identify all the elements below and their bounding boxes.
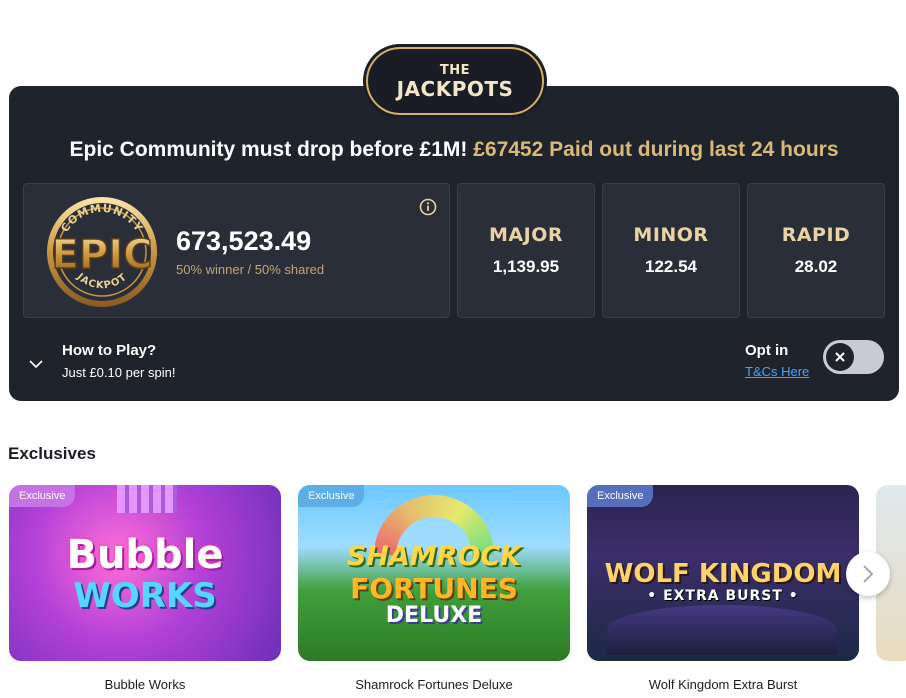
info-icon[interactable]: [419, 198, 437, 216]
game-art-title: WOLF KINGDOM: [604, 559, 842, 589]
game-art-subtitle: FORTUNES: [350, 572, 518, 605]
close-icon: [835, 352, 845, 362]
pipes-decoration: [117, 485, 177, 513]
epic-jackpot-tile: COMMUNITY JACKPOT EPIC 673,523.49 50% wi…: [23, 183, 450, 318]
major-jackpot-tile: MAJOR 1,139.95: [457, 183, 595, 318]
tier-name: MINOR: [633, 224, 709, 246]
game-label[interactable]: Shamrock Fortunes Deluxe: [298, 677, 570, 692]
toggle-knob: [826, 343, 854, 371]
game-label[interactable]: Bubble Works: [9, 677, 281, 692]
epic-jackpot-share: 50% winner / 50% shared: [176, 262, 325, 277]
tier-name: MAJOR: [489, 224, 563, 246]
game-art-title: SHAMROCK: [346, 541, 522, 572]
tier-value: 28.02: [794, 257, 838, 276]
tcs-link[interactable]: T&Cs Here: [745, 364, 809, 379]
epic-jackpot-amount: 673,523.49: [176, 226, 312, 256]
exclusives-title: Exclusives: [8, 444, 96, 463]
game-art-title: Bubble: [66, 532, 224, 578]
game-card-shamrock-fortunes-deluxe[interactable]: Exclusive SHAMROCK FORTUNES DELUXE: [298, 485, 570, 661]
game-art-subtitle: WORKS: [73, 576, 217, 616]
game-art-subtitle: • EXTRA BURST •: [647, 588, 799, 604]
chevron-down-icon[interactable]: [28, 358, 44, 370]
exclusive-badge: Exclusive: [9, 485, 76, 507]
how-to-play-toggle[interactable]: How to Play?: [62, 342, 156, 359]
epic-logo-text: EPIC: [52, 232, 153, 278]
rapid-jackpot-tile: RAPID 28.02: [747, 183, 885, 318]
minor-jackpot-tile: MINOR 122.54: [602, 183, 740, 318]
tier-value: 122.54: [645, 257, 697, 276]
headline-paid-out: £67452 Paid out during last 24 hours: [473, 138, 839, 161]
game-card-bubble-works[interactable]: Exclusive Bubble WORKS: [9, 485, 281, 661]
badge-line-2: JACKPOTS: [396, 76, 514, 101]
jackpots-badge: THE JACKPOTS: [366, 47, 544, 115]
tier-name: RAPID: [781, 224, 851, 246]
opt-in-toggle[interactable]: [823, 340, 884, 374]
jackpot-panel: Epic Community must drop before £1M! £67…: [9, 86, 899, 401]
carousel-next-button[interactable]: [846, 552, 890, 596]
tier-value: 1,139.95: [492, 257, 560, 276]
how-to-play-subtitle: Just £0.10 per spin!: [62, 365, 176, 380]
game-art-subtitle-2: DELUXE: [385, 603, 483, 628]
exclusive-badge: Exclusive: [298, 485, 365, 507]
game-label[interactable]: Wolf Kingdom Extra Burst: [587, 677, 859, 692]
game-card-wolf-kingdom-extra-burst[interactable]: Exclusive WOLF KINGDOM • EXTRA BURST •: [587, 485, 859, 661]
jackpot-headline: Epic Community must drop before £1M! £67…: [9, 138, 899, 162]
epic-community-jackpot-logo: COMMUNITY JACKPOT EPIC: [47, 197, 157, 307]
landscape-decoration: [607, 605, 837, 655]
badge-line-1: THE: [439, 62, 471, 78]
chevron-right-icon: [863, 565, 874, 583]
opt-in-label: Opt in: [745, 342, 789, 359]
headline-main: Epic Community must drop before £1M!: [69, 138, 468, 161]
exclusive-badge: Exclusive: [587, 485, 654, 507]
